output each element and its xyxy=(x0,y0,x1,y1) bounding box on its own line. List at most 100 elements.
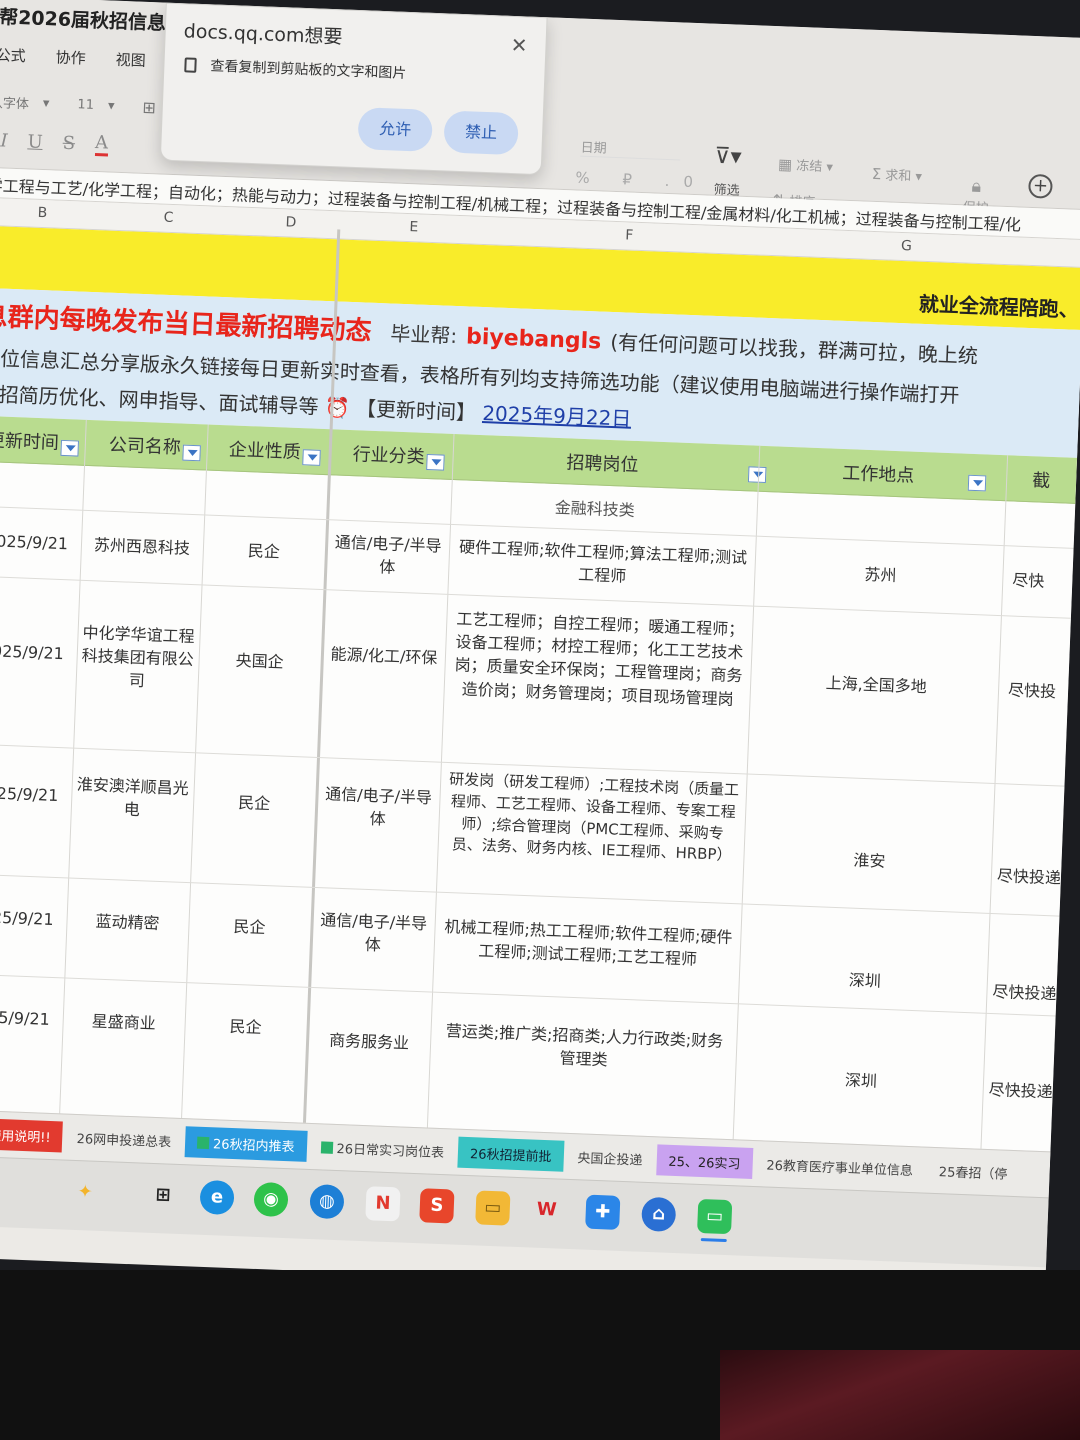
cell-positions[interactable]: 研发岗（研发工程师）;工程技术岗（质量工程师、工艺工程师、设备工程师、专案工程师… xyxy=(445,769,740,867)
cell-company[interactable]: 中化学华谊工程科技集团有限公司 xyxy=(79,621,196,695)
desk-background xyxy=(0,1270,1080,1440)
sheet-tab[interactable]: 25春招（停 xyxy=(926,1155,1020,1190)
wechat-work-icon[interactable]: ▭ xyxy=(697,1198,733,1235)
alarm-clock-icon: ⏰ xyxy=(324,395,351,420)
filter-icon[interactable] xyxy=(967,474,987,492)
chevron-down-icon[interactable]: ▾ xyxy=(43,96,50,111)
banner-right-text: 就业全流程陪跑、 xyxy=(918,291,1080,322)
cell-deadline[interactable]: 尽快投递 xyxy=(988,1078,1053,1104)
menu-collab[interactable]: 协作 xyxy=(51,44,90,70)
filter-icon[interactable] xyxy=(182,444,201,462)
header-positions: 招聘岗位 xyxy=(566,448,767,483)
cell-positions[interactable]: 营运类;推广类;招商类;人力行政类;财务管理类 xyxy=(437,1019,731,1077)
cell-nature[interactable]: 民企 xyxy=(199,789,310,816)
strikethrough-button[interactable]: S xyxy=(62,132,75,153)
update-label: 【更新时间】 xyxy=(355,396,477,425)
filter-icon[interactable] xyxy=(60,439,79,457)
app-blue-icon[interactable]: ✚ xyxy=(585,1194,621,1230)
sheet-tab[interactable]: 必看使用说明!! xyxy=(0,1117,64,1153)
number-format-select[interactable]: 日期 xyxy=(580,136,681,161)
popup-site: docs.qq.com想要 xyxy=(183,20,343,49)
sheet-tab[interactable]: 26日常实习岗位表 xyxy=(308,1131,457,1168)
filter-icon[interactable] xyxy=(302,449,321,466)
update-date-link[interactable]: 2025年9月22日 xyxy=(482,401,632,431)
wechat-icon[interactable]: ◉ xyxy=(253,1181,289,1218)
chevron-down-icon[interactable]: ▾ xyxy=(108,98,115,113)
filter-button[interactable]: ⊽▾ 筛选 xyxy=(713,144,742,199)
cell-location[interactable]: 深圳 xyxy=(746,965,983,997)
cell-company[interactable]: 星盛商业 xyxy=(66,1009,181,1037)
allow-button[interactable]: 允许 xyxy=(357,107,433,152)
sheet-tab[interactable]: 26网申投递总表 xyxy=(64,1122,184,1158)
cell-positions[interactable]: 硬件工程师;软件工程师;算法工程师;测试工程师 xyxy=(456,535,750,593)
cell-nature[interactable]: 央国企 xyxy=(204,648,315,675)
menu-formula[interactable]: 公式 xyxy=(0,42,30,68)
italic-button[interactable]: I xyxy=(0,130,8,151)
filter-icon[interactable] xyxy=(426,453,445,471)
cell-location[interactable]: 上海,全国多地 xyxy=(758,669,995,701)
column-letter[interactable]: D xyxy=(285,214,296,230)
font-family-select[interactable]: 认字体 xyxy=(0,92,29,112)
wps-icon[interactable]: W xyxy=(529,1192,564,1227)
cell-deadline[interactable]: 尽快投递 xyxy=(997,864,1062,890)
freeze-button[interactable]: ▦ 冻结 ▾ xyxy=(778,154,834,175)
cell-industry[interactable]: 通信/电子/半导体 xyxy=(330,530,446,581)
column-letter[interactable]: F xyxy=(625,227,634,243)
cell-deadline[interactable]: 尽快 xyxy=(1012,569,1073,594)
cell-industry[interactable]: 能源/化工/环保 xyxy=(327,642,442,670)
cell-positions[interactable]: 机械工程师;热工工程师;软件工程师;硬件工程师;测试工程师;工艺工程师 xyxy=(441,915,735,973)
cell-positions[interactable]: 工艺工程师；自控工程师；暖通工程师；设备工程师；材控工程师；化工工艺技术岗；质量… xyxy=(451,607,746,711)
cell-date[interactable]: 2025/9/21 xyxy=(0,529,79,556)
cell-deadline[interactable]: 尽快投 xyxy=(1008,678,1069,703)
cell-date[interactable]: 2025/9/21 xyxy=(0,780,70,807)
number-format-buttons[interactable]: % ₽ .0 xyxy=(575,168,707,191)
cell-deadline[interactable]: 尽快投递 xyxy=(992,980,1057,1006)
network-icon[interactable]: ⌂ xyxy=(641,1196,677,1233)
sheet-tab[interactable]: 26秋招提前批 xyxy=(457,1136,565,1172)
browser-icon[interactable]: ◍ xyxy=(309,1184,345,1220)
cell-location[interactable]: 苏州 xyxy=(762,559,999,591)
cell-nature[interactable]: 民企 xyxy=(208,538,319,565)
file-explorer-icon[interactable]: ▭ xyxy=(475,1190,511,1226)
font-size-select[interactable]: 11 xyxy=(77,97,94,113)
task-view-icon[interactable]: ⊞ xyxy=(145,1178,180,1213)
column-letter[interactable]: G xyxy=(901,238,912,254)
cell-date[interactable]: 2025/9/21 xyxy=(0,639,75,666)
cell-company[interactable]: 淮安澳洋顺昌光电 xyxy=(74,773,190,824)
subcategory-label: 金融科技类 xyxy=(554,497,636,520)
cell-company[interactable]: 苏州西恩科技 xyxy=(85,533,200,561)
sheet-tab[interactable]: 25、26实习 xyxy=(655,1144,754,1179)
cell-location[interactable]: 深圳 xyxy=(743,1065,980,1097)
cell-date[interactable]: 2025/9/21 xyxy=(0,1004,61,1031)
close-icon[interactable]: ✕ xyxy=(510,33,528,58)
sheet-icon xyxy=(320,1141,333,1154)
edge-icon[interactable]: e xyxy=(199,1179,235,1216)
cell-date[interactable]: 2025/9/21 xyxy=(0,904,65,931)
column-letter[interactable]: E xyxy=(409,219,418,235)
cell-nature[interactable]: 民企 xyxy=(194,913,305,940)
sheet-tab[interactable]: 26教育医疗事业单位信息 xyxy=(754,1148,926,1186)
cell-industry[interactable]: 通信/电子/半导体 xyxy=(315,908,431,959)
cell-location[interactable]: 淮安 xyxy=(751,845,988,877)
font-color-button[interactable]: A xyxy=(94,131,109,157)
header-location: 工作地点 xyxy=(842,459,987,492)
column-letter[interactable]: B xyxy=(37,205,47,221)
copilot-icon[interactable]: ✦ xyxy=(68,1175,103,1210)
cell-industry[interactable]: 通信/电子/半导体 xyxy=(320,782,436,833)
cell-nature[interactable]: 民企 xyxy=(190,1013,301,1040)
sheet-tab-active[interactable]: 26秋招内推表 xyxy=(184,1126,308,1162)
app-icon[interactable]: N xyxy=(365,1186,401,1222)
column-letter[interactable]: C xyxy=(163,210,173,226)
deny-button[interactable]: 禁止 xyxy=(443,110,519,156)
sum-button[interactable]: Σ 求和 ▾ xyxy=(871,164,922,185)
border-icon[interactable]: ⊞ xyxy=(142,98,156,118)
underline-button[interactable]: U xyxy=(27,131,43,153)
plus-icon: + xyxy=(1028,173,1053,199)
wps-s-icon[interactable]: S xyxy=(419,1188,455,1224)
document-title[interactable]: 帮2026届秋招信息汇 xyxy=(0,2,186,36)
cell-company[interactable]: 蓝动精密 xyxy=(70,909,185,937)
sheet-icon xyxy=(196,1136,210,1150)
menu-view[interactable]: 视图 xyxy=(111,47,150,73)
cell-industry[interactable]: 商务服务业 xyxy=(312,1028,427,1056)
sheet-tab[interactable]: 央国企投递 xyxy=(565,1141,655,1175)
